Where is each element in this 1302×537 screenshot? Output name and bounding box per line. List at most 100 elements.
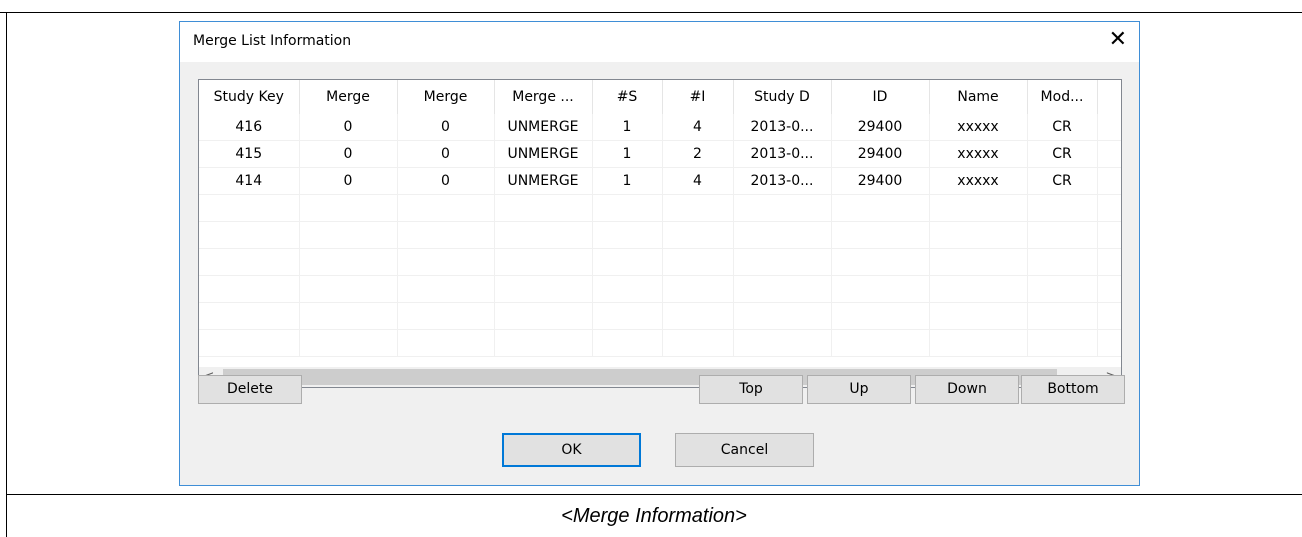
empty-cell bbox=[929, 194, 1028, 222]
empty-cell bbox=[1097, 221, 1121, 249]
empty-cell bbox=[199, 248, 300, 276]
figure-caption: <Merge Information> bbox=[561, 505, 747, 527]
merge-list-view[interactable]: Study Key Merge Merge Merge ... #S #I Study DI… bbox=[198, 79, 1122, 388]
empty-cell bbox=[592, 194, 663, 222]
column-header[interactable]: Merge ... bbox=[494, 80, 593, 114]
up-button[interactable]: Up bbox=[807, 375, 911, 404]
table-cell: 416 bbox=[199, 114, 300, 141]
cancel-button[interactable]: Cancel bbox=[675, 433, 814, 467]
empty-cell bbox=[662, 275, 734, 303]
column-header[interactable]: Name bbox=[929, 80, 1028, 114]
empty-cell bbox=[929, 329, 1028, 357]
merge-list-table: Study Key Merge Merge Merge ... #S #I Study DI… bbox=[199, 80, 1121, 357]
table-cell: 2013-0... bbox=[733, 167, 832, 195]
table-cell: 1 bbox=[592, 140, 663, 168]
empty-cell bbox=[1097, 194, 1121, 222]
column-header[interactable]: Bc bbox=[1097, 80, 1121, 114]
empty-cell bbox=[929, 221, 1028, 249]
empty-cell bbox=[1027, 329, 1098, 357]
column-header[interactable]: Merge bbox=[397, 80, 495, 114]
table-cell: xxxxx bbox=[929, 114, 1028, 141]
empty-cell bbox=[1027, 248, 1098, 276]
table-cell: 414 bbox=[199, 167, 300, 195]
empty-cell bbox=[299, 329, 398, 357]
table-cell: xxxxx bbox=[929, 167, 1028, 195]
column-header[interactable]: Merge bbox=[299, 80, 398, 114]
empty-cell bbox=[397, 221, 495, 249]
table-cell: 415 bbox=[199, 140, 300, 168]
empty-cell bbox=[662, 248, 734, 276]
table-row[interactable]: 41600UNMERGE142013-0...29400xxxxxCRL bbox=[199, 114, 1121, 141]
table-cell: CR bbox=[1027, 114, 1098, 141]
empty-cell bbox=[929, 248, 1028, 276]
table-cell: 2013-0... bbox=[733, 114, 832, 141]
delete-button[interactable]: Delete bbox=[198, 375, 302, 404]
table-cell: L bbox=[1097, 114, 1121, 141]
empty-cell bbox=[397, 275, 495, 303]
empty-cell bbox=[299, 248, 398, 276]
empty-cell bbox=[592, 329, 663, 357]
empty-cell bbox=[397, 302, 495, 330]
empty-cell bbox=[733, 248, 832, 276]
document-frame-divider bbox=[6, 494, 1302, 495]
empty-cell bbox=[662, 302, 734, 330]
empty-cell bbox=[199, 194, 300, 222]
table-cell: xxxxx bbox=[929, 140, 1028, 168]
table-cell: 4 bbox=[662, 167, 734, 195]
empty-cell bbox=[1097, 275, 1121, 303]
empty-cell bbox=[494, 329, 593, 357]
empty-cell bbox=[1027, 221, 1098, 249]
empty-cell bbox=[1097, 329, 1121, 357]
column-header[interactable]: Study D bbox=[733, 80, 832, 114]
down-button[interactable]: Down bbox=[915, 375, 1019, 404]
table-body: 41600UNMERGE142013-0...29400xxxxxCRL4150… bbox=[199, 114, 1121, 357]
column-header[interactable]: #S bbox=[592, 80, 663, 114]
table-row[interactable]: 41400UNMERGE142013-0...29400xxxxxCRC bbox=[199, 167, 1121, 195]
close-icon[interactable]: ✕ bbox=[1109, 27, 1127, 53]
empty-cell bbox=[494, 221, 593, 249]
table-row[interactable]: 41500UNMERGE122013-0...29400xxxxxCRT bbox=[199, 140, 1121, 168]
table-cell: 4 bbox=[662, 114, 734, 141]
table-cell: 0 bbox=[397, 140, 495, 168]
empty-row bbox=[199, 329, 1121, 357]
empty-cell bbox=[592, 302, 663, 330]
empty-cell bbox=[831, 275, 930, 303]
empty-cell bbox=[1027, 194, 1098, 222]
empty-cell bbox=[299, 275, 398, 303]
empty-cell bbox=[831, 194, 930, 222]
empty-cell bbox=[299, 194, 398, 222]
empty-cell bbox=[831, 302, 930, 330]
table-cell: UNMERGE bbox=[494, 167, 593, 195]
ok-button[interactable]: OK bbox=[502, 433, 641, 467]
table-cell: 1 bbox=[592, 167, 663, 195]
column-header[interactable]: Study Key bbox=[199, 80, 300, 114]
empty-cell bbox=[494, 275, 593, 303]
top-button[interactable]: Top bbox=[699, 375, 803, 404]
table-cell: 2 bbox=[662, 140, 734, 168]
empty-cell bbox=[733, 194, 832, 222]
dialog-titlebar: Merge List Information ✕ bbox=[180, 22, 1139, 62]
table-cell: 0 bbox=[299, 167, 398, 195]
table-cell: CR bbox=[1027, 167, 1098, 195]
empty-cell bbox=[592, 221, 663, 249]
table-cell: CR bbox=[1027, 140, 1098, 168]
bottom-button[interactable]: Bottom bbox=[1021, 375, 1125, 404]
column-header[interactable]: #I bbox=[662, 80, 734, 114]
merge-list-dialog: Merge List Information ✕ Study Key Merge M… bbox=[179, 21, 1140, 486]
empty-cell bbox=[1027, 275, 1098, 303]
empty-cell bbox=[397, 248, 495, 276]
empty-cell bbox=[199, 302, 300, 330]
empty-cell bbox=[831, 329, 930, 357]
empty-cell bbox=[929, 275, 1028, 303]
dialog-title: Merge List Information bbox=[193, 33, 352, 49]
column-header[interactable]: ID bbox=[831, 80, 930, 114]
document-frame-left bbox=[6, 12, 7, 537]
table-cell: 29400 bbox=[831, 114, 930, 141]
empty-cell bbox=[662, 194, 734, 222]
table-cell: 0 bbox=[299, 140, 398, 168]
column-header[interactable]: Mod... bbox=[1027, 80, 1098, 114]
table-cell: 0 bbox=[397, 114, 495, 141]
table-cell: 0 bbox=[299, 114, 398, 141]
list-content: Study Key Merge Merge Merge ... #S #I Study DI… bbox=[199, 80, 1121, 367]
empty-cell bbox=[831, 221, 930, 249]
